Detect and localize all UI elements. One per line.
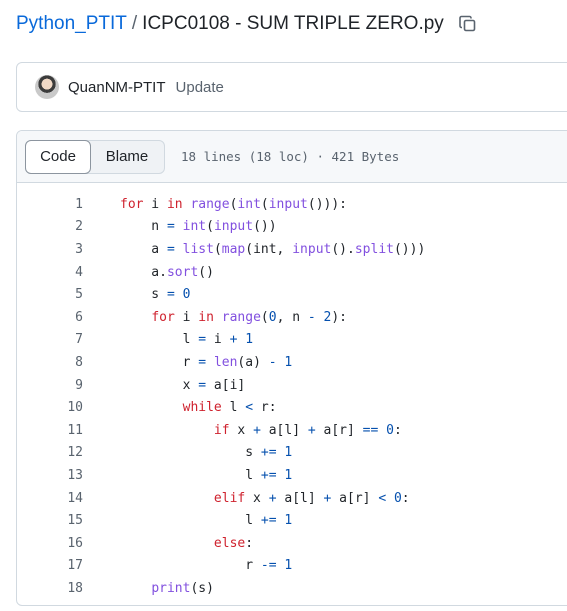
line-source: a.sort() (120, 264, 214, 280)
line-number[interactable]: 1 (17, 197, 83, 212)
avatar[interactable] (35, 75, 59, 99)
line-source: l += 1 (120, 513, 293, 529)
breadcrumb: Python_PTIT / ICPC0108 - SUM TRIPLE ZERO… (16, 13, 478, 35)
code-line: 9 x = a[i] (17, 374, 567, 397)
code-line: 8 r = len(a) - 1 (17, 351, 567, 374)
code-line: 12 s += 1 (17, 442, 567, 465)
latest-commit-box: QuanNM-PTIT Update (16, 62, 567, 112)
file-meta: 18 lines (18 loc) · 421 Bytes (181, 149, 400, 164)
line-number[interactable]: 15 (17, 513, 83, 528)
file-name: ICPC0108 - SUM TRIPLE ZERO.py (142, 13, 444, 34)
code-line: 2 n = int(input()) (17, 216, 567, 239)
code-line: 15 l += 1 (17, 509, 567, 532)
line-source: n = int(input()) (120, 219, 277, 235)
line-number[interactable]: 9 (17, 378, 83, 393)
line-source: r = len(a) - 1 (120, 354, 293, 370)
code-line: 14 elif x + a[l] + a[r] < 0: (17, 487, 567, 510)
line-number[interactable]: 3 (17, 242, 83, 257)
code-line: 1 for i in range(int(input())): (17, 193, 567, 216)
line-number[interactable]: 18 (17, 581, 83, 596)
line-number[interactable]: 4 (17, 265, 83, 280)
line-number[interactable]: 17 (17, 558, 83, 573)
commit-message[interactable]: Update (176, 79, 224, 96)
line-number[interactable]: 5 (17, 287, 83, 302)
breadcrumb-separator: / (131, 13, 138, 34)
line-source: a = list(map(int, input().split())) (120, 241, 426, 257)
code-line: 3 a = list(map(int, input().split())) (17, 238, 567, 261)
line-number[interactable]: 8 (17, 355, 83, 370)
line-number[interactable]: 14 (17, 491, 83, 506)
code-line: 5 s = 0 (17, 283, 567, 306)
file-header: Code Blame 18 lines (18 loc) · 421 Bytes (17, 131, 567, 183)
code-line: 6 for i in range(0, n - 2): (17, 306, 567, 329)
commit-author[interactable]: QuanNM-PTIT (68, 79, 166, 96)
line-source: l += 1 (120, 467, 293, 483)
code-line: 13 l += 1 (17, 464, 567, 487)
line-number[interactable]: 6 (17, 310, 83, 325)
code-line: 18 print(s) (17, 577, 567, 600)
line-number[interactable]: 7 (17, 332, 83, 347)
line-number[interactable]: 13 (17, 468, 83, 483)
code-tab[interactable]: Code (25, 139, 91, 174)
code-line: 11 if x + a[l] + a[r] == 0: (17, 419, 567, 442)
repo-link[interactable]: Python_PTIT (16, 13, 127, 35)
line-source: for i in range(int(input())): (120, 196, 348, 212)
line-source: print(s) (151, 580, 214, 596)
code-line: 7 l = i + 1 (17, 329, 567, 352)
view-toggle: Code Blame (25, 139, 165, 174)
line-number[interactable]: 2 (17, 219, 83, 234)
code-view: 1 for i in range(int(input())): 2 n = int(… (17, 183, 567, 600)
line-source: while l < r: (182, 400, 277, 416)
line-number[interactable]: 16 (17, 536, 83, 551)
line-source: s = 0 (120, 287, 191, 303)
line-number[interactable]: 11 (17, 423, 83, 438)
line-number[interactable]: 12 (17, 445, 83, 460)
code-line: 16 else: (17, 532, 567, 555)
line-source: for i in range(0, n - 2): (151, 309, 348, 325)
line-source: s += 1 (120, 445, 293, 461)
copy-path-icon[interactable] (458, 14, 478, 34)
line-source: x = a[i] (120, 377, 246, 393)
line-source: l = i + 1 (120, 332, 254, 348)
line-source: elif x + a[l] + a[r] < 0: (213, 490, 410, 506)
code-line: 10 while l < r: (17, 396, 567, 419)
code-line: 4 a.sort() (17, 261, 567, 284)
line-source: if x + a[l] + a[r] == 0: (213, 422, 402, 438)
file-viewer: Code Blame 18 lines (18 loc) · 421 Bytes… (16, 130, 567, 606)
line-source: r -= 1 (120, 558, 293, 574)
blame-tab[interactable]: Blame (90, 141, 164, 173)
line-number[interactable]: 10 (17, 400, 83, 415)
code-line: 17 r -= 1 (17, 555, 567, 578)
line-source: else: (213, 535, 254, 551)
